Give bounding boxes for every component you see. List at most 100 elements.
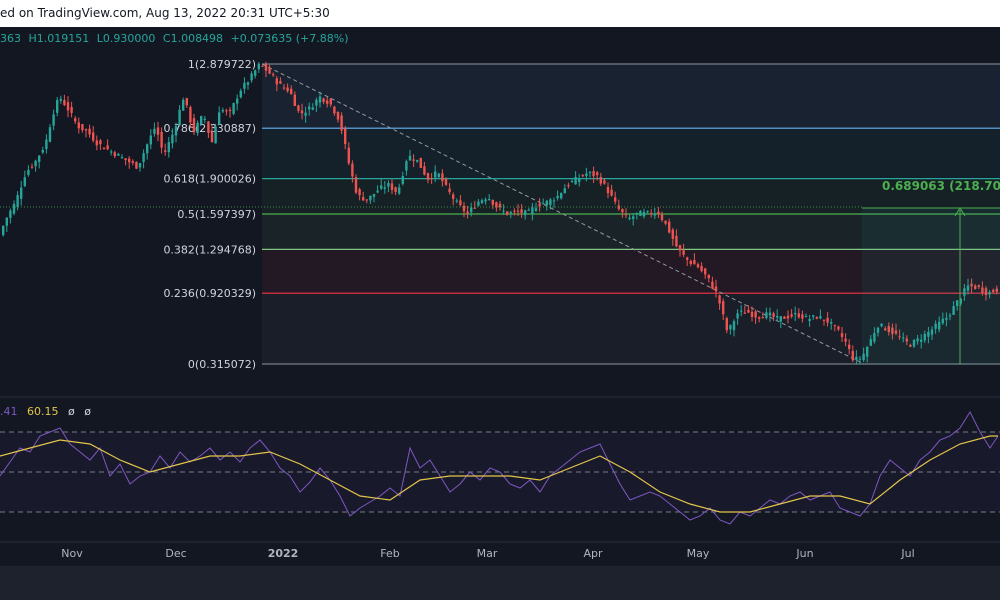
candle-body — [246, 82, 250, 85]
candle-body — [286, 87, 289, 92]
candle-body — [844, 338, 847, 342]
candle-body — [736, 313, 739, 319]
candle-body — [574, 177, 577, 185]
candle-body — [16, 195, 19, 207]
candle-body — [394, 187, 397, 192]
candle-body — [153, 128, 156, 134]
candle-body — [351, 163, 354, 177]
candle-body — [275, 78, 278, 85]
candle-body — [124, 158, 127, 161]
candle-body — [290, 88, 293, 95]
candle-body — [466, 211, 469, 214]
fib-label: 0.236(0.920329) — [163, 287, 256, 300]
fib-label: 0.382(1.294768) — [163, 243, 256, 256]
candle-body — [84, 129, 88, 131]
candle-body — [196, 122, 199, 133]
candle-body — [405, 161, 408, 171]
candle-body — [560, 193, 563, 199]
candle-body — [12, 203, 16, 214]
candle-body — [639, 210, 642, 217]
candle-body — [365, 199, 368, 201]
candle-body — [52, 114, 55, 126]
candle-body — [146, 144, 149, 154]
candle-body — [822, 319, 826, 321]
candle-body — [99, 140, 102, 145]
candle-body — [524, 210, 527, 216]
candle-body — [38, 155, 41, 162]
rsi-ma-value: 60.15 — [27, 405, 59, 418]
candle-body — [434, 171, 437, 178]
candle-body — [300, 110, 304, 114]
candle-body — [279, 81, 282, 84]
candle-body — [228, 109, 232, 112]
candle-body — [308, 106, 311, 110]
price-chart[interactable]: 1(2.879722) 0.786(2.330887) 0.618(1.900026… — [0, 0, 1000, 600]
candle-body — [333, 106, 336, 114]
candle-body — [2, 225, 5, 235]
candle-body — [336, 111, 340, 120]
candle-body — [765, 312, 768, 319]
candle-body — [88, 128, 91, 135]
candle-body — [358, 189, 361, 196]
candle-body — [502, 210, 505, 212]
candle-body — [167, 142, 170, 153]
candle-body — [761, 317, 764, 319]
candle-body — [81, 123, 84, 131]
candle-body — [671, 229, 674, 239]
candle-body — [614, 197, 617, 202]
candle-body — [696, 264, 700, 268]
candle-body — [182, 99, 185, 111]
candle-body — [149, 135, 152, 145]
candle-body — [448, 188, 451, 193]
candle-body — [542, 203, 545, 205]
candle-body — [549, 199, 552, 206]
candle-body — [758, 317, 761, 319]
candle-body — [452, 194, 455, 199]
candle-body — [326, 100, 329, 104]
candle-body — [264, 64, 268, 71]
candle-body — [369, 195, 372, 201]
candle-body — [768, 312, 772, 316]
x-tick-label: 2022 — [268, 547, 299, 560]
candle-body — [653, 213, 656, 216]
x-tick-label: Feb — [380, 547, 399, 560]
candle-body — [221, 110, 224, 112]
candle-body — [578, 178, 581, 183]
candle-body — [531, 207, 534, 214]
candle-body — [401, 176, 404, 184]
candle-body — [459, 200, 462, 206]
candle-body — [581, 175, 584, 177]
candle-body — [156, 127, 160, 135]
candle-body — [657, 211, 660, 215]
candle-body — [74, 118, 77, 122]
candle-body — [516, 210, 520, 212]
candle-body — [534, 208, 538, 211]
candle-body — [106, 145, 109, 150]
candle-body — [848, 344, 851, 349]
candle-body — [128, 158, 131, 163]
candle-body — [783, 316, 786, 319]
candle-body — [570, 180, 574, 182]
fib-label: 0(0.315072) — [188, 358, 256, 371]
candle-body — [851, 350, 854, 361]
candle-body — [747, 309, 750, 313]
candle-body — [786, 315, 790, 319]
candle-body — [660, 214, 664, 221]
candle-body — [592, 171, 595, 177]
candle-body — [354, 177, 358, 193]
candle-body — [520, 209, 523, 213]
candle-body — [236, 98, 239, 104]
measure-area — [862, 208, 1000, 365]
fib-label: 1(2.879722) — [188, 58, 256, 71]
measure-label: 0.689063 (218.70%) 6 — [882, 179, 1000, 193]
candle-body — [9, 210, 12, 218]
candle-body — [552, 200, 556, 202]
candle-body — [254, 70, 257, 76]
candle-body — [200, 116, 203, 125]
candle-body — [210, 131, 214, 143]
candle-body — [610, 189, 613, 196]
candle-body — [833, 324, 836, 326]
candle-body — [383, 187, 386, 189]
candle-body — [585, 173, 588, 177]
candle-body — [772, 313, 775, 317]
